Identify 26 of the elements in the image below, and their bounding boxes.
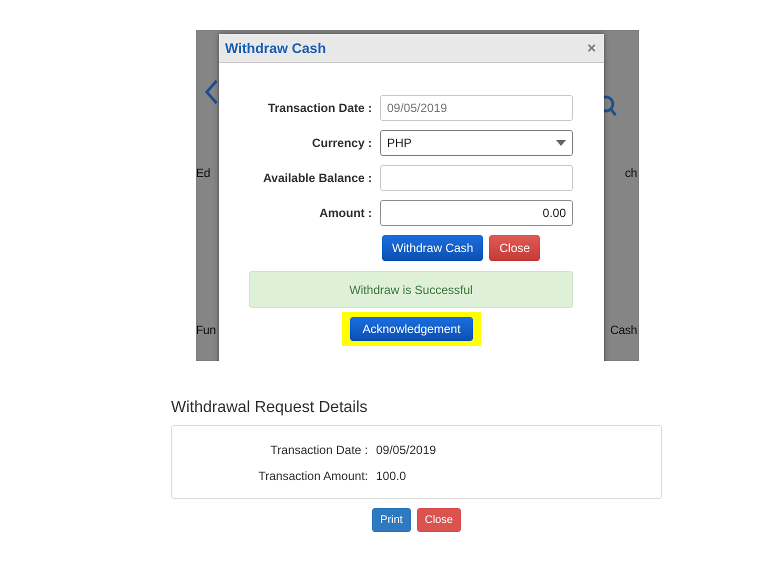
input-field[interactable]: 0.00: [380, 200, 573, 226]
caret-icon: [556, 140, 566, 146]
tile-label: Ed: [196, 166, 210, 180]
dialog-title: Withdraw Cash: [225, 40, 326, 56]
field-label: Available Balance :: [262, 171, 372, 185]
currency-select[interactable]: PHP: [380, 130, 573, 156]
input-field[interactable]: [380, 165, 573, 191]
tile-label: Cash: [610, 323, 637, 337]
details-button[interactable]: Close: [416, 508, 461, 532]
field-label: Transaction Date :: [266, 101, 372, 115]
section-title: Withdrawal Request Details: [171, 399, 369, 417]
tile-label: ch: [624, 166, 637, 180]
acknowledgement-button[interactable]: Acknowledgement: [350, 317, 473, 341]
close-button[interactable]: ×: [585, 40, 598, 56]
field-label: Currency :: [310, 136, 372, 150]
dialog-button[interactable]: Close: [489, 235, 540, 261]
detail-label: Transaction Amount:: [257, 469, 368, 483]
input-field[interactable]: 09/05/2019: [380, 95, 573, 121]
detail-value: 100.0: [376, 469, 406, 483]
detail-value: 09/05/2019: [376, 443, 436, 457]
field-label: Amount :: [318, 206, 372, 220]
success-alert: Withdraw is Successful: [249, 271, 573, 308]
dialog-button[interactable]: Withdraw Cash: [382, 235, 484, 261]
details-button[interactable]: Print: [372, 508, 411, 532]
tile-label: Fun: [196, 323, 216, 337]
detail-label: Transaction Date :: [269, 443, 368, 457]
